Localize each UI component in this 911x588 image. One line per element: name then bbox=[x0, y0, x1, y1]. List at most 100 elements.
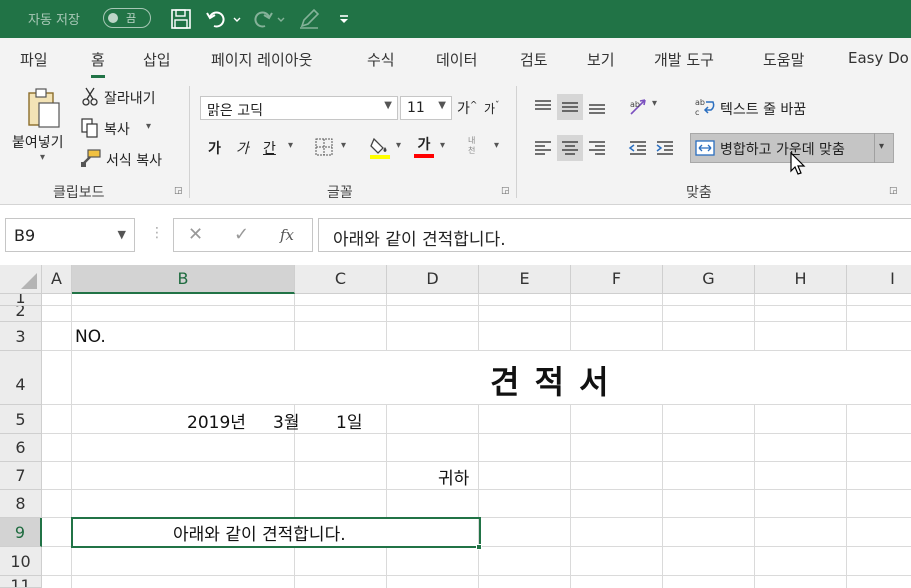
tab-easy-document[interactable]: Easy Do bbox=[848, 49, 909, 67]
insert-function-icon[interactable]: fx bbox=[280, 226, 294, 244]
scissors-icon[interactable] bbox=[80, 86, 100, 108]
phonetic-dropdown-icon[interactable]: ▾ bbox=[494, 140, 499, 151]
increase-font-size-button[interactable]: 가^ bbox=[457, 98, 477, 118]
undo-icon[interactable] bbox=[205, 6, 241, 32]
column-header-c[interactable]: C bbox=[295, 265, 387, 294]
column-header-g[interactable]: G bbox=[663, 265, 755, 294]
font-launcher-icon[interactable]: ◲ bbox=[501, 186, 510, 196]
name-box[interactable]: B9 ▼ bbox=[5, 218, 135, 252]
clipboard-launcher-icon[interactable]: ◲ bbox=[174, 186, 183, 196]
grow-font-glyph: 가 bbox=[457, 101, 470, 117]
cell-date-month: 3월 bbox=[273, 413, 300, 433]
fill-color-dropdown-icon[interactable]: ▾ bbox=[396, 140, 401, 151]
format-painter-icon[interactable] bbox=[80, 147, 102, 169]
copy-icon[interactable] bbox=[80, 117, 100, 139]
formula-value: 아래와 같이 견적합니다. bbox=[333, 230, 506, 250]
tab-review[interactable]: 검토 bbox=[520, 49, 548, 70]
row-header-1[interactable]: 1 bbox=[0, 294, 42, 306]
font-color-dropdown-icon[interactable]: ▾ bbox=[440, 140, 445, 151]
tab-help[interactable]: 도움말 bbox=[763, 49, 804, 70]
save-icon[interactable] bbox=[168, 6, 194, 32]
align-bottom-icon[interactable] bbox=[584, 94, 610, 120]
fill-handle[interactable] bbox=[476, 544, 482, 550]
decrease-font-size-button[interactable]: 가ˇ bbox=[484, 100, 500, 117]
cut-button[interactable]: 잘라내기 bbox=[104, 88, 156, 108]
align-middle-icon[interactable] bbox=[557, 94, 583, 120]
row-header-3[interactable]: 3 bbox=[0, 322, 42, 351]
gridline bbox=[570, 294, 571, 588]
orientation-icon[interactable]: ab bbox=[626, 94, 652, 120]
column-header-i[interactable]: I bbox=[847, 265, 911, 294]
fill-color-icon[interactable] bbox=[368, 134, 392, 160]
tab-view[interactable]: 보기 bbox=[587, 49, 615, 70]
column-header-e[interactable]: E bbox=[479, 265, 571, 294]
column-header-a[interactable]: A bbox=[42, 265, 72, 294]
worksheet-grid: A B C D E F G H I 1 2 3 4 5 6 7 8 9 10 1… bbox=[0, 265, 911, 588]
row-header-6[interactable]: 6 bbox=[0, 434, 42, 462]
tab-formulas[interactable]: 수식 bbox=[367, 49, 395, 70]
border-icon[interactable] bbox=[313, 136, 335, 158]
copy-dropdown-icon[interactable]: ▾ bbox=[146, 121, 151, 132]
wrap-text-icon[interactable]: ab c bbox=[693, 95, 717, 119]
row-header-11[interactable]: 11 bbox=[0, 576, 42, 588]
merge-center-icon[interactable] bbox=[694, 137, 716, 159]
tab-home[interactable]: 홈 bbox=[91, 49, 105, 78]
increase-indent-icon[interactable] bbox=[652, 135, 678, 161]
enter-icon[interactable]: ✓ bbox=[234, 224, 249, 245]
row-header-5[interactable]: 5 bbox=[0, 405, 42, 434]
paste-dropdown-icon[interactable]: ▾ bbox=[40, 152, 45, 163]
formula-input[interactable]: 아래와 같이 견적합니다. bbox=[318, 218, 911, 252]
font-color-button[interactable]: 가 bbox=[412, 134, 436, 160]
tab-developer[interactable]: 개발 도구 bbox=[654, 49, 714, 70]
row-header-2[interactable]: 2 bbox=[0, 306, 42, 322]
redo-icon[interactable] bbox=[250, 6, 286, 32]
alignment-group-label: 맞춤 bbox=[686, 185, 712, 201]
cancel-icon[interactable]: ✕ bbox=[188, 224, 203, 245]
column-header-b[interactable]: B bbox=[72, 265, 295, 294]
font-name-dropdown-icon[interactable]: ▼ bbox=[384, 100, 392, 111]
tab-file[interactable]: 파일 bbox=[20, 49, 48, 70]
orientation-dropdown-icon[interactable]: ▾ bbox=[652, 98, 657, 109]
tab-insert[interactable]: 삽입 bbox=[143, 49, 171, 70]
row-header-8[interactable]: 8 bbox=[0, 490, 42, 518]
pen-icon[interactable] bbox=[296, 6, 322, 32]
decrease-indent-icon[interactable] bbox=[625, 135, 651, 161]
formula-bar-grip-icon[interactable]: ⋮ bbox=[150, 225, 164, 241]
autosave-toggle[interactable]: 끔 bbox=[103, 8, 151, 28]
underline-button[interactable]: 간 bbox=[263, 138, 276, 158]
alignment-launcher-icon[interactable]: ◲ bbox=[889, 186, 898, 196]
underline-dropdown-icon[interactable]: ▾ bbox=[288, 140, 293, 151]
gridline bbox=[846, 294, 847, 588]
font-size-combo[interactable]: 11 ▼ bbox=[400, 96, 452, 120]
format-painter-button[interactable]: 서식 복사 bbox=[106, 150, 162, 170]
border-dropdown-icon[interactable]: ▾ bbox=[341, 140, 346, 151]
font-size-dropdown-icon[interactable]: ▼ bbox=[438, 100, 446, 111]
tab-data[interactable]: 데이터 bbox=[436, 49, 477, 70]
row-header-4[interactable]: 4 bbox=[0, 351, 42, 405]
bold-button[interactable]: 가 bbox=[208, 138, 221, 158]
row-header-9[interactable]: 9 bbox=[0, 518, 42, 547]
align-center-icon[interactable] bbox=[557, 135, 583, 161]
column-header-d[interactable]: D bbox=[387, 265, 479, 294]
align-top-icon[interactable] bbox=[530, 94, 556, 120]
merge-center-label: 병합하고 가운데 맞춤 bbox=[720, 142, 845, 158]
tab-page-layout[interactable]: 페이지 레이아웃 bbox=[211, 49, 312, 70]
select-all-button[interactable] bbox=[0, 265, 42, 294]
copy-button[interactable]: 복사 bbox=[104, 119, 130, 139]
paste-icon[interactable] bbox=[22, 86, 64, 130]
paste-button-label[interactable]: 붙여넣기 bbox=[12, 132, 64, 152]
italic-button[interactable]: 가 bbox=[236, 138, 249, 158]
column-header-h[interactable]: H bbox=[755, 265, 847, 294]
column-header-f[interactable]: F bbox=[571, 265, 663, 294]
font-name-combo[interactable]: 맑은 고딕 ▼ bbox=[200, 96, 398, 120]
merge-center-dropdown-icon[interactable]: ▾ bbox=[879, 141, 884, 152]
svg-text:ab: ab bbox=[630, 100, 640, 109]
wrap-text-button[interactable]: 텍스트 줄 바꿈 bbox=[720, 99, 806, 119]
phonetic-button[interactable]: 내천 bbox=[468, 136, 482, 156]
row-header-10[interactable]: 10 bbox=[0, 547, 42, 576]
align-left-icon[interactable] bbox=[530, 135, 556, 161]
align-right-icon[interactable] bbox=[584, 135, 610, 161]
name-box-dropdown-icon[interactable]: ▼ bbox=[118, 228, 126, 241]
customize-toolbar-icon[interactable] bbox=[334, 6, 354, 32]
row-header-7[interactable]: 7 bbox=[0, 462, 42, 490]
